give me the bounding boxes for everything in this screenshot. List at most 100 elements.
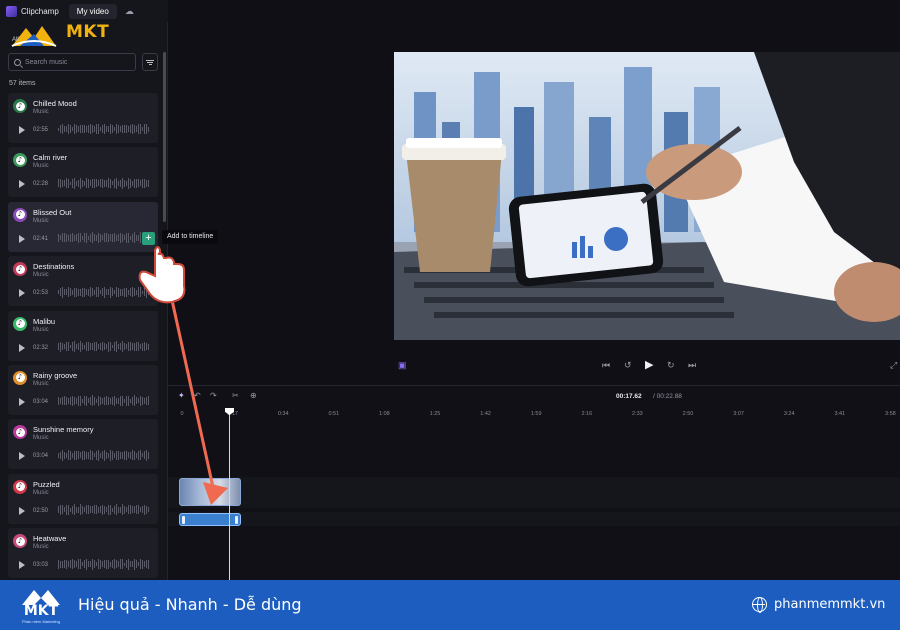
track-title: Heatwave: [33, 534, 67, 544]
banner-website[interactable]: phanmemmkt.vn: [774, 597, 885, 612]
tab-my-video[interactable]: My video: [68, 3, 117, 19]
play-preview-icon[interactable]: [19, 397, 25, 406]
video-clip[interactable]: [179, 478, 241, 506]
add-media-icon[interactable]: ⊕: [250, 391, 257, 400]
music-track-item[interactable]: ♪ Destinations Music 02:53: [8, 256, 158, 307]
music-note-icon: ♪: [13, 153, 27, 168]
music-track-item[interactable]: ♪ Chilled Mood Music 02:55: [8, 93, 158, 143]
track-category: Music: [33, 435, 49, 442]
music-note-icon: ♪: [13, 207, 27, 222]
skip-forward-icon[interactable]: ⏭: [688, 360, 696, 371]
track-title: Rainy groove: [33, 370, 78, 380]
music-track-item[interactable]: ♪ Rainy groove Music 03:04: [8, 364, 158, 415]
play-preview-icon[interactable]: [19, 561, 25, 570]
banner-logo-subtext: Phần mềm Marketing: [21, 619, 60, 624]
timeline-tick-label: 1:25: [429, 411, 441, 417]
track-category: Music: [33, 163, 49, 170]
search-music-input[interactable]: Search music: [8, 53, 136, 71]
redo-icon[interactable]: ↷: [210, 391, 217, 400]
filter-all-tab[interactable]: All: [12, 37, 19, 43]
timeline-tick-label: 1:08: [379, 411, 390, 417]
audio-clip-right-handle[interactable]: [235, 516, 238, 524]
add-to-timeline-button[interactable]: +: [142, 231, 155, 245]
track-category: Music: [33, 109, 49, 115]
music-track-item[interactable]: ♪ Malibu Music 02:32: [8, 310, 158, 361]
search-icon: [14, 58, 21, 66]
items-count: 57 items: [9, 80, 36, 87]
track-duration: 02:53: [33, 290, 49, 297]
track-title: Blissed Out: [33, 207, 72, 217]
fullscreen-icon[interactable]: ⤢: [890, 360, 897, 371]
timeline-tick-label: 1:42: [480, 411, 491, 417]
cloud-sync-icon[interactable]: ☁: [125, 6, 134, 17]
sidebar-scrollbar[interactable]: [163, 52, 166, 222]
globe-icon: [752, 597, 767, 613]
timeline-tick-label: 0: [180, 411, 184, 417]
play-preview-icon[interactable]: [19, 506, 25, 515]
undo-icon[interactable]: ↶: [194, 391, 201, 400]
track-list: ♪ Chilled Mood Music 02:55 ♪ Calm river Music 0…: [8, 93, 158, 583]
preview-frame-image: [394, 52, 900, 340]
audio-track-row: [168, 512, 900, 526]
music-track-item[interactable]: ♪ Blissed Out Music 02:41 +: [8, 201, 158, 252]
timeline-ruler[interactable]: 0 0:17 0:34 0:51 1:08 1:25 1:42 1:59 2:16 2:33 2:5…: [168, 408, 900, 422]
audio-clip-left-handle[interactable]: [182, 516, 185, 524]
forward-5s-icon[interactable]: ↻: [667, 360, 675, 371]
clipchamp-editor: Clipchamp My video ☁ MKT All Search musi…: [0, 0, 900, 630]
track-category: Music: [33, 272, 49, 279]
playhead[interactable]: [229, 408, 230, 581]
play-preview-icon[interactable]: [19, 289, 25, 298]
audio-clip[interactable]: [179, 513, 241, 526]
music-track-item[interactable]: ♪ Heatwave Music 03:03: [8, 528, 158, 579]
music-note-icon: ♪: [13, 425, 27, 440]
track-duration: 03:04: [33, 398, 49, 405]
music-track-item[interactable]: ♪ Sunshine memory Music 03:04: [8, 419, 158, 470]
promo-banner: MKT Phần mềm Marketing Hiệu quả - Nhanh …: [0, 580, 900, 630]
track-category: Music: [33, 380, 49, 387]
current-time: 00:17.62: [616, 393, 642, 400]
video-preview[interactable]: [394, 52, 900, 340]
music-note-icon: ♪: [13, 316, 27, 331]
add-to-timeline-tooltip: Add to timeline: [162, 230, 219, 244]
split-scissors-icon[interactable]: ✂: [232, 391, 239, 400]
track-title: Chilled Mood: [33, 99, 77, 108]
captions-icon[interactable]: ▣: [398, 360, 407, 371]
music-note-icon: ♪: [13, 262, 27, 277]
play-preview-icon[interactable]: [19, 234, 25, 243]
filter-button[interactable]: [142, 53, 158, 71]
waveform: [58, 286, 154, 298]
timeline-tick-label: 0:34: [277, 411, 289, 417]
play-preview-icon[interactable]: [19, 452, 25, 461]
timeline-tick-label: 1:59: [530, 411, 542, 417]
track-duration: 03:04: [33, 453, 49, 460]
search-placeholder: Search music: [25, 58, 68, 66]
track-duration: 02:41: [33, 235, 49, 242]
track-category: Music: [33, 217, 49, 224]
top-bar: Clipchamp My video ☁: [0, 0, 168, 22]
waveform: [58, 558, 154, 570]
clipchamp-logo-icon: [6, 5, 17, 17]
play-preview-icon[interactable]: [19, 180, 25, 189]
player-controls: ▣ ⏮ ↺ ▶ ↻ ⏭ ⤢: [168, 352, 900, 376]
music-track-item[interactable]: ♪ Puzzled Music 02:50: [8, 473, 158, 524]
banner-slogan: Hiệu quả - Nhanh - Dễ dùng: [78, 595, 302, 614]
track-duration: 02:50: [33, 507, 49, 514]
timeline-tick-label: 3:07: [733, 411, 744, 417]
music-note-icon: ♪: [13, 479, 27, 494]
track-category: Music: [33, 544, 49, 551]
watermark-brand: MKT: [66, 22, 110, 42]
rewind-5s-icon[interactable]: ↺: [624, 360, 632, 371]
music-track-item[interactable]: ♪ Calm river Music 02:28: [8, 147, 158, 198]
play-preview-icon[interactable]: [19, 343, 25, 352]
play-preview-icon[interactable]: [19, 126, 25, 134]
timeline-tick-label: 3:24: [783, 411, 795, 417]
skip-back-icon[interactable]: ⏮: [602, 360, 610, 371]
track-category: Music: [33, 489, 49, 496]
magic-icon[interactable]: ✦: [178, 391, 185, 400]
app-title[interactable]: Clipchamp: [0, 5, 59, 17]
play-icon[interactable]: ▶: [645, 358, 653, 371]
timeline-tick-label: 2:16: [581, 411, 593, 417]
timeline-panel: ✦ ↶ ↷ ✂ ⊕ 00:17.62 / 00:22.88 0 0:17 0:34 0…: [168, 385, 900, 581]
timeline-toolbar: ✦ ↶ ↷ ✂ ⊕ 00:17.62 / 00:22.88: [168, 386, 900, 406]
music-note-icon: ♪: [13, 370, 27, 385]
